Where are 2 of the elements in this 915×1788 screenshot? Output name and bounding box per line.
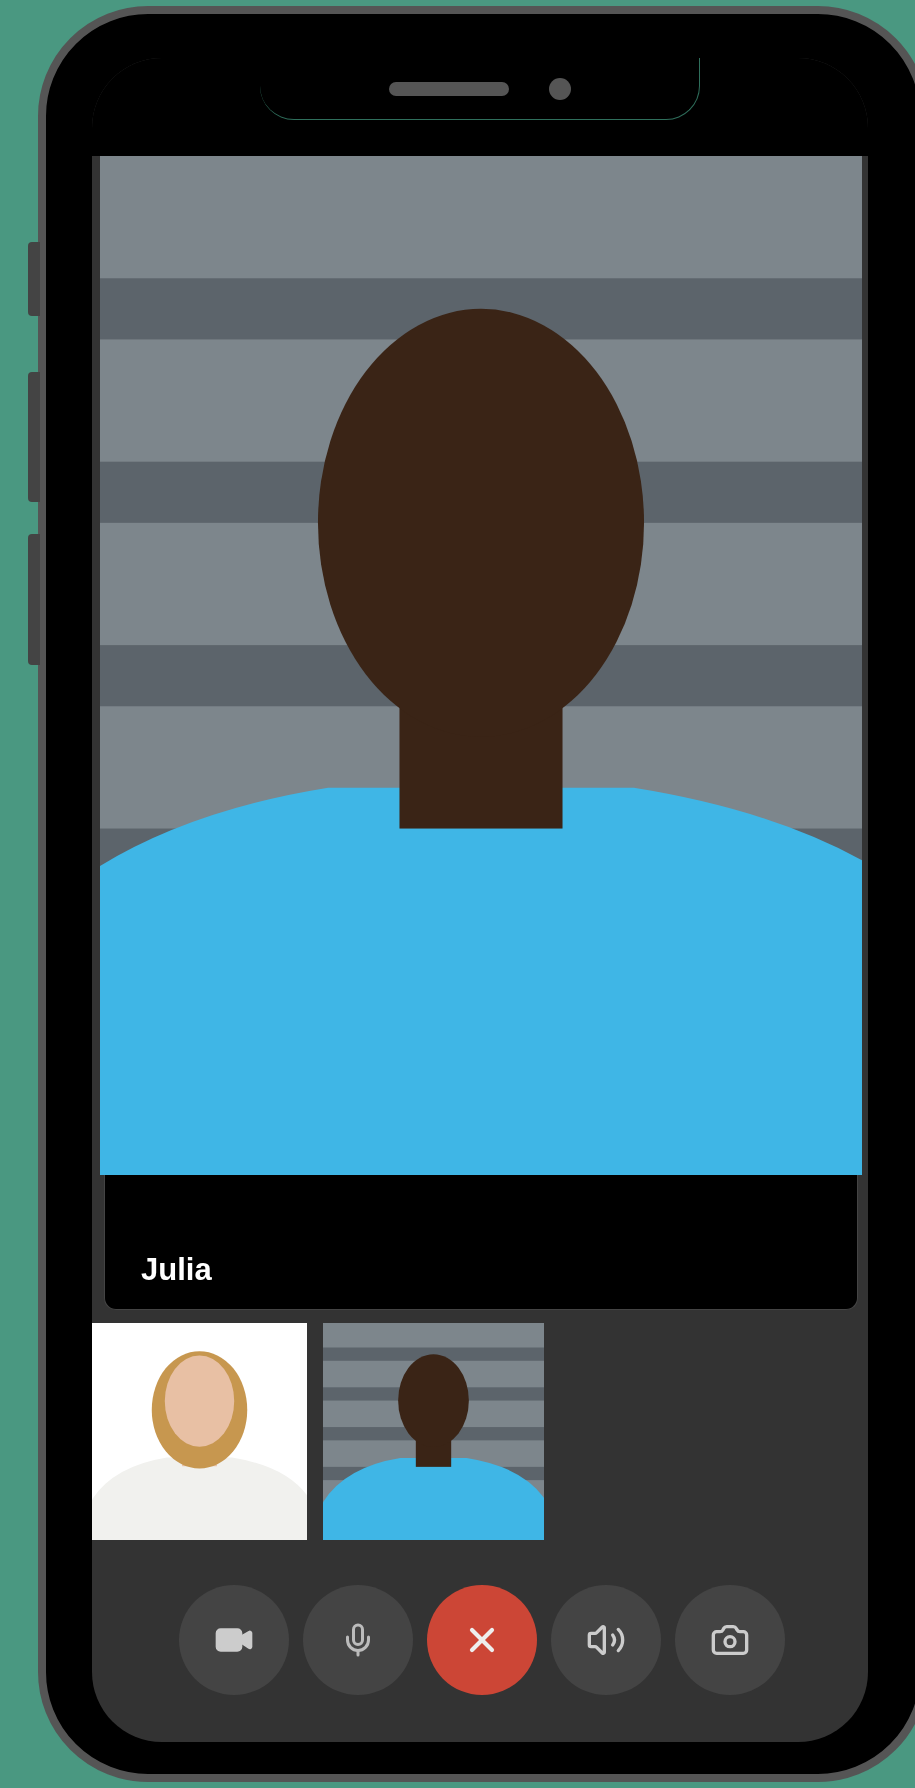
caller-name: Julia — [141, 1250, 212, 1289]
front-camera — [548, 77, 571, 100]
